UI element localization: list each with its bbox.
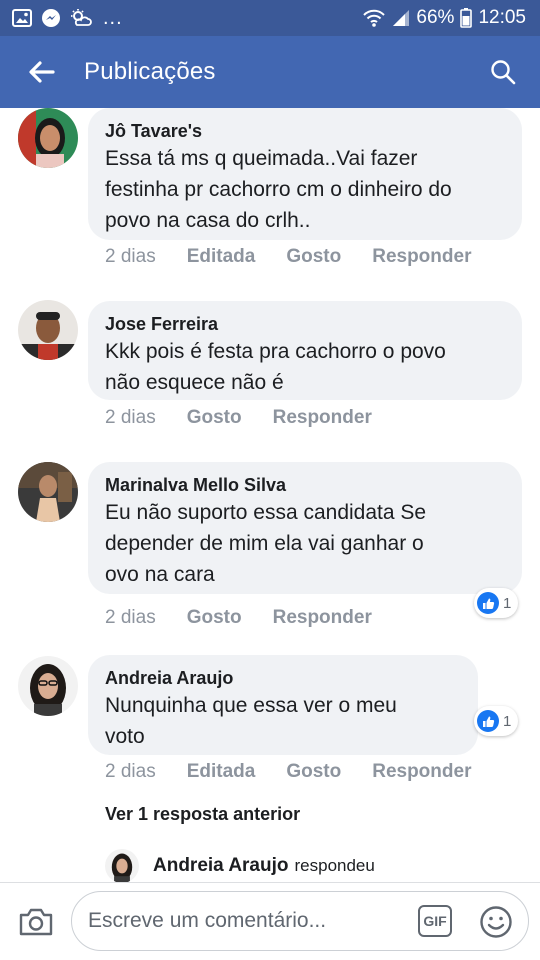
- wifi-icon: [362, 8, 386, 28]
- comment-time: 2 dias: [105, 761, 156, 782]
- comment-bubble[interactable]: Jose Ferreira Kkk pois é festa pra cacho…: [88, 301, 522, 400]
- edited-link[interactable]: Editada: [187, 761, 256, 783]
- like-reaction-icon: [477, 710, 499, 732]
- edited-link[interactable]: Editada: [187, 246, 256, 268]
- comment-bubble[interactable]: Marinalva Mello Silva Eu não suporto ess…: [88, 462, 522, 594]
- reply-button[interactable]: Responder: [273, 407, 372, 429]
- like-button[interactable]: Gosto: [187, 407, 242, 429]
- comment-text: Nunquinha que essa ver o meu voto: [105, 694, 397, 748]
- status-bar: ... 66% 12:05: [0, 0, 540, 36]
- reply-button[interactable]: Responder: [372, 761, 471, 783]
- gallery-icon: [12, 9, 32, 27]
- comment-actions: 2 dias Editada Gosto Responder: [105, 760, 502, 784]
- reaction-count[interactable]: 1: [474, 706, 519, 736]
- reply-button[interactable]: Responder: [372, 246, 471, 268]
- more-notifications: ...: [103, 6, 123, 29]
- reaction-count[interactable]: 1: [474, 588, 519, 618]
- reply-author: Andreia Araujo: [153, 855, 289, 876]
- back-button[interactable]: [22, 52, 62, 92]
- avatar[interactable]: [18, 108, 78, 168]
- comment-time: 2 dias: [105, 607, 156, 628]
- gif-label: GIF: [423, 913, 447, 929]
- comment-input[interactable]: [88, 909, 388, 933]
- comment-actions: 2 dias Gosto Responder: [105, 406, 403, 430]
- search-icon: [491, 60, 516, 85]
- reply-action-text: respondeu: [294, 856, 375, 875]
- comment-bubble[interactable]: Jô Tavare's Essa tá ms q queimada..Vai f…: [88, 108, 522, 240]
- like-button[interactable]: Gosto: [286, 246, 341, 268]
- like-button[interactable]: Gosto: [187, 607, 242, 629]
- comment-time: 2 dias: [105, 246, 156, 267]
- view-previous-replies-link[interactable]: Ver 1 resposta anterior: [105, 804, 300, 825]
- clock: 12:05: [478, 7, 526, 28]
- app-header: Publicações: [0, 36, 540, 108]
- comment-author[interactable]: Andreia Araujo: [105, 667, 460, 689]
- avatar[interactable]: [18, 656, 78, 716]
- avatar[interactable]: [18, 462, 78, 522]
- search-button[interactable]: [486, 55, 520, 89]
- page-title: Publicações: [84, 58, 216, 85]
- comment-bubble[interactable]: Andreia Araujo Nunquinha que essa ver o …: [88, 655, 478, 755]
- arrow-left-icon: [29, 61, 55, 83]
- comment-text: Kkk pois é festa pra cachorro o povo não…: [105, 340, 446, 394]
- signal-icon: [392, 9, 410, 27]
- comment-author[interactable]: Jose Ferreira: [105, 313, 504, 335]
- reply-button[interactable]: Responder: [273, 607, 372, 629]
- messenger-icon: [41, 8, 61, 28]
- weather-icon: [70, 8, 92, 28]
- reply-preview[interactable]: Andreia Araujo respondeu: [105, 848, 375, 882]
- battery-icon: [460, 8, 473, 28]
- emoji-icon: [480, 906, 512, 938]
- comment-text: Eu não suporto essa candidata Se depende…: [105, 501, 427, 586]
- comment-input-box[interactable]: GIF: [71, 891, 529, 951]
- camera-button[interactable]: [16, 904, 56, 940]
- comment-time: 2 dias: [105, 407, 156, 428]
- comment-author[interactable]: Marinalva Mello Silva: [105, 474, 504, 496]
- comment-author[interactable]: Jô Tavare's: [105, 120, 504, 142]
- like-button[interactable]: Gosto: [286, 761, 341, 783]
- comment-text: Essa tá ms q queimada..Vai fazer festinh…: [105, 147, 452, 232]
- comment-actions: 2 dias Gosto Responder: [105, 606, 403, 630]
- avatar[interactable]: [18, 300, 78, 360]
- gif-button[interactable]: GIF: [418, 905, 452, 937]
- comment-composer: GIF: [0, 882, 540, 960]
- battery-level: 66%: [416, 7, 455, 28]
- reaction-number: 1: [503, 594, 512, 612]
- like-reaction-icon: [477, 592, 499, 614]
- avatar: [105, 849, 139, 882]
- emoji-button[interactable]: [478, 904, 514, 940]
- reaction-number: 1: [503, 712, 512, 730]
- comment-actions: 2 dias Editada Gosto Responder: [105, 245, 502, 269]
- camera-icon: [19, 908, 53, 935]
- comments-feed[interactable]: Jô Tavare's Essa tá ms q queimada..Vai f…: [0, 108, 540, 882]
